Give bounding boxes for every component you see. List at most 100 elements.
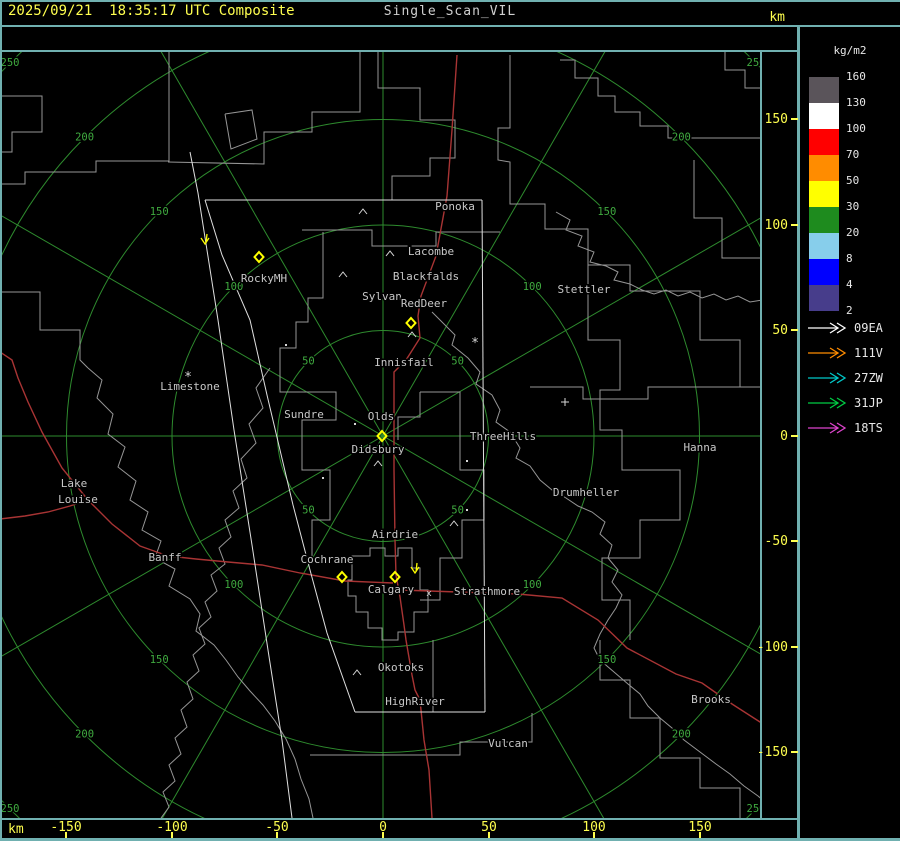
ring-distance-label: 100 [224,579,243,591]
ring-distance-label: 50 [451,505,464,517]
legend-scale-value: 70 [846,148,860,161]
city-label: Drumheller [553,486,620,499]
ring-distance-label: 50 [302,505,315,517]
county-boundary [497,55,760,388]
legend-scale-value: 20 [846,226,860,239]
county-boundary [2,291,89,369]
county-boundary [2,52,170,185]
county-boundary [2,95,43,153]
legend-scale-value: 130 [846,96,866,109]
city-label: RedDeer [401,297,448,310]
legend-scale-value: 30 [846,200,860,213]
right-axis-tick [791,646,798,648]
right-axis: 150 100 50 0 -50 -100 -150 [757,52,798,818]
ring-distance-label: 250 [747,57,760,69]
town-caret-icon [449,520,459,527]
header-bar: 2025/09/21 18:35:17 UTC Composite km [0,0,797,25]
ring-distance-label: 100 [523,579,542,591]
radar-id-label: 111V [854,346,883,360]
county-boundary [377,52,456,200]
town-asterisk-icon: * [471,336,479,351]
coverage-boundary [481,199,486,713]
titlebar-bottom-border [0,25,900,27]
legend-scale-value: 100 [846,122,866,135]
radar-site-row: 111V [806,346,900,360]
city-label: Strathmore [454,585,520,598]
city-label: Brooks [691,693,731,706]
radar-id-label: 09EA [854,321,883,335]
town-dot-icon [466,509,468,511]
bottom-axis-tick [593,832,595,838]
bottom-axis: km -150 -100 -50 0 50 100 150 [0,820,797,838]
radar-arrow-icon [808,322,847,334]
county-boundary [167,52,361,165]
bottom-axis-tick [65,832,67,838]
county-boundary [599,640,741,818]
right-axis-tick [791,435,798,437]
town-dot-icon [354,423,356,425]
timestamp: 2025/09/21 18:35:17 UTC Composite [8,3,295,19]
radar-app-window: { "window": { "title": "Single_Scan_VIL"… [0,0,900,841]
ring-distance-label: 150 [150,654,169,666]
town-dot-icon [322,477,324,479]
ring-distance-label: 250 [747,803,760,815]
radar-arrow-icon [808,347,847,359]
legend-scale-value: 2 [846,304,853,317]
town-caret-icon [352,669,362,676]
storm-cell-diamond-icon [405,316,417,330]
city-label: Sundre [284,408,324,421]
town-caret-icon [385,250,395,257]
ring-distance-label: 250 [2,803,19,815]
county-boundary [693,160,760,259]
ring-distance-label: 50 [451,355,464,367]
bottom-axis-tick [488,832,490,838]
ring-distance-label: 150 [597,206,616,218]
bottom-axis-tick [276,832,278,838]
city-label: Louise [58,493,98,506]
radar-arrow-icon [808,422,847,434]
bottom-axis-tick [382,832,384,838]
town-dot-icon [285,344,287,346]
radar-arrow-icon [808,372,847,384]
radar-site-row: 31JP [806,396,900,410]
city-label: Calgary [368,583,415,596]
county-boundary [587,265,681,640]
city-label: Lake [61,477,88,490]
city-label: Banff [148,551,181,564]
city-label: Okotoks [378,661,424,674]
radar-site-row: 09EA [806,321,900,335]
radar-site-row: 18TS [806,421,900,435]
city-label: Olds [368,410,395,423]
bottom-axis-unit: km [8,822,24,837]
ring-distance-label: 50 [302,355,315,367]
right-axis-tick [791,329,798,331]
town-dot-icon [466,460,468,462]
county-boundary [420,391,485,601]
town-x-icon: x [426,589,432,599]
city-label: Vulcan [488,737,528,750]
town-plus-icon [561,398,569,406]
city-label: Airdrie [372,528,418,541]
right-axis-tick [791,118,798,120]
bottom-axis-tick [699,832,701,838]
city-label: Limestone [160,380,220,393]
storm-cell-diamond-icon [389,570,401,584]
legend-scale-value: 160 [846,70,866,83]
ring-distance-label: 200 [75,132,94,144]
city-label: RockyMH [241,272,287,285]
city-label: Innisfail [374,356,434,369]
ring-distance-label: 100 [523,281,542,293]
town-caret-icon [358,208,368,215]
ring-distance-label: 200 [672,728,691,740]
county-boundary [560,59,760,139]
radar-id-label: 18TS [854,421,883,435]
city-label: Hanna [683,441,716,454]
right-axis-tick-label: -150 [756,745,788,760]
city-label: ThreeHills [470,430,536,443]
highway [399,589,760,723]
radar-id-label: 27ZW [854,371,883,385]
radar-id-label: 31JP [854,396,883,410]
legend-scale-value: 4 [846,278,853,291]
city-label: Blackfalds [393,270,459,283]
ring-distance-label: 150 [150,206,169,218]
